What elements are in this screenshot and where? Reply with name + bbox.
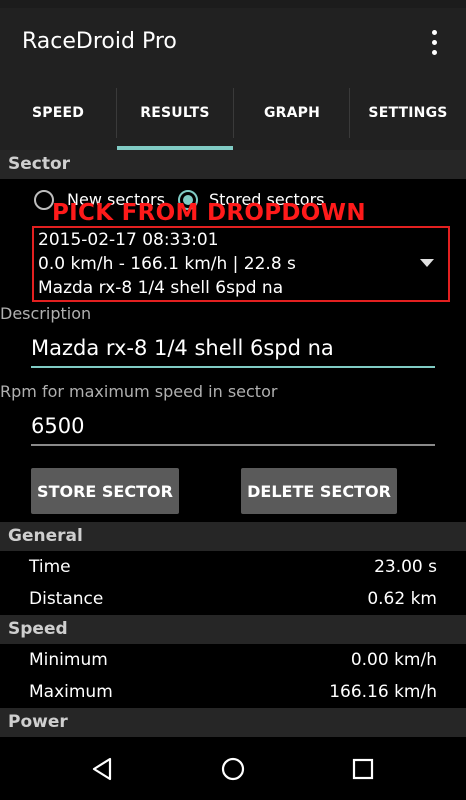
sector-dropdown[interactable]: 2015-02-17 08:33:01 0.0 km/h - 166.1 km/… <box>32 226 450 302</box>
dropdown-line-date: 2015-02-17 08:33:01 <box>38 230 219 250</box>
tab-graph[interactable]: GRAPH <box>234 76 350 150</box>
back-icon[interactable] <box>88 754 118 784</box>
section-header-power: Power <box>0 708 466 737</box>
recents-icon[interactable] <box>348 754 378 784</box>
annotation-text: PICK FROM DROPDOWN <box>52 200 366 226</box>
store-sector-button[interactable]: STORE SECTOR <box>31 468 179 514</box>
row-value-minimum: 0.00 km/h <box>350 650 437 670</box>
row-value-time: 23.00 s <box>374 557 437 577</box>
description-label: Description <box>0 304 92 323</box>
home-icon[interactable] <box>218 754 248 784</box>
app-bar: RaceDroid Pro <box>0 8 466 76</box>
rpm-input[interactable]: 6500 <box>31 406 435 446</box>
row-value-maximum: 166.16 km/h <box>329 682 437 702</box>
row-value-distance: 0.62 km <box>367 589 437 609</box>
tab-speed[interactable]: SPEED <box>0 76 116 150</box>
delete-sector-button[interactable]: DELETE SECTOR <box>241 468 397 514</box>
tab-results[interactable]: RESULTS <box>117 76 233 150</box>
dropdown-line-name: Mazda rx-8 1/4 shell 6spd na <box>38 278 284 298</box>
status-bar <box>0 0 466 8</box>
navigation-bar <box>0 737 466 800</box>
tab-bar: SPEED RESULTS GRAPH SETTINGS <box>0 76 466 150</box>
row-label-maximum: Maximum <box>29 682 113 702</box>
more-vert-icon[interactable] <box>422 26 446 60</box>
chevron-down-icon <box>420 259 434 267</box>
row-label-distance: Distance <box>29 589 104 609</box>
section-header-sector: Sector <box>0 150 466 179</box>
radio-new-sectors[interactable] <box>34 190 54 210</box>
row-label-time: Time <box>29 557 71 577</box>
rpm-label: Rpm for maximum speed in sector <box>0 382 278 401</box>
section-header-speed: Speed <box>0 615 466 644</box>
app-title: RaceDroid Pro <box>22 29 177 54</box>
dropdown-line-summary: 0.0 km/h - 166.1 km/h | 22.8 s <box>38 254 296 274</box>
tab-settings[interactable]: SETTINGS <box>350 76 466 150</box>
row-label-minimum: Minimum <box>29 650 108 670</box>
description-input[interactable]: Mazda rx-8 1/4 shell 6spd na <box>31 328 435 368</box>
section-header-general: General <box>0 522 466 551</box>
